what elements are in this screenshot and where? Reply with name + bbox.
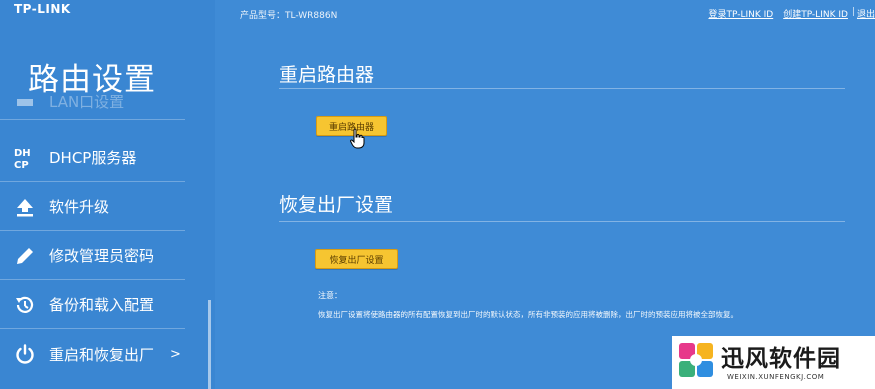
- create-tplink-id-link[interactable]: 创建TP-LINK ID: [783, 7, 848, 20]
- history-icon: [14, 294, 36, 316]
- chevron-right-icon: >: [170, 346, 181, 362]
- sidebar: TP-LINK 路由设置 LAN口设置 DH CP DHCP服务器 软件升级 修…: [0, 0, 215, 389]
- dhcp-icon: DH CP: [14, 147, 36, 170]
- pencil-icon: [14, 245, 36, 267]
- sidebar-item-upgrade[interactable]: 软件升级: [0, 183, 185, 231]
- link-separator: |: [851, 7, 855, 17]
- header-links: 登录TP-LINK ID 创建TP-LINK ID | 退出: [698, 7, 875, 20]
- sidebar-item-label: 修改管理员密码: [49, 247, 155, 265]
- watermark: 迅风软件园 WEIXIN.XUNFENGKJ.COM: [672, 336, 875, 389]
- watermark-name: 迅风软件园: [721, 346, 841, 372]
- sidebar-item-backup[interactable]: 备份和载入配置: [0, 281, 185, 329]
- factory-reset-section-title: 恢复出厂设置: [279, 194, 394, 216]
- note-text: 恢复出厂设置将使路由器的所有配置恢复到出厂时的默认状态，所有非预装的应用将被删除…: [318, 310, 738, 319]
- sidebar-item-label: 重启和恢复出厂: [49, 345, 155, 364]
- lan-icon: [14, 91, 36, 113]
- section-divider: [279, 221, 845, 222]
- section-divider: [279, 88, 845, 89]
- logout-link[interactable]: 退出: [857, 7, 875, 20]
- upload-icon: [14, 196, 36, 218]
- hand-cursor-icon: [350, 128, 365, 149]
- svg-text:DH: DH: [14, 148, 31, 159]
- product-model: 产品型号：TL-WR886N: [240, 11, 338, 21]
- sidebar-item-label: 软件升级: [49, 198, 110, 216]
- sidebar-scrollbar[interactable]: [208, 300, 211, 389]
- sidebar-item-label: DHCP服务器: [49, 149, 137, 167]
- sidebar-item-reboot-reset[interactable]: 重启和恢复出厂 >: [0, 330, 185, 378]
- watermark-url: WEIXIN.XUNFENGKJ.COM: [727, 373, 825, 381]
- sidebar-item-dhcp[interactable]: DH CP DHCP服务器: [0, 134, 185, 182]
- svg-text:CP: CP: [14, 160, 29, 170]
- login-tplink-id-link[interactable]: 登录TP-LINK ID: [708, 7, 773, 20]
- note-title: 注意：: [318, 291, 342, 300]
- factory-reset-button[interactable]: 恢复出厂设置: [315, 249, 398, 269]
- sidebar-item-password[interactable]: 修改管理员密码: [0, 232, 185, 280]
- sidebar-item-lan[interactable]: LAN口设置: [0, 84, 185, 120]
- sidebar-item-label: 备份和载入配置: [49, 296, 155, 314]
- xunfeng-logo-icon: [679, 343, 713, 377]
- brand-logo: TP-LINK: [14, 2, 71, 16]
- sidebar-item-label: LAN口设置: [49, 93, 125, 111]
- reboot-section-title: 重启路由器: [279, 64, 375, 86]
- power-icon: [14, 343, 36, 365]
